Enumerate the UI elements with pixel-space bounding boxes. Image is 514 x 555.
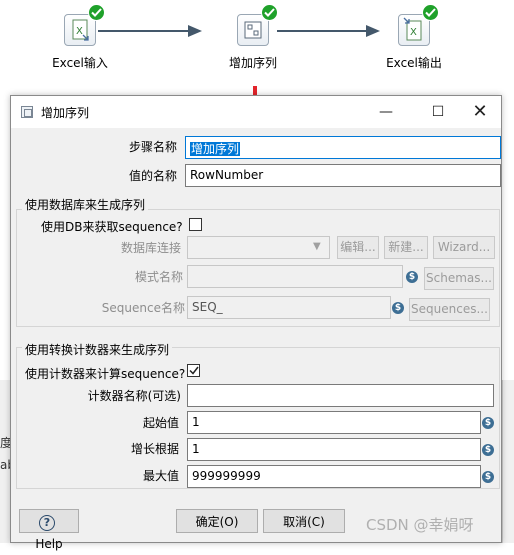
schemas-button[interactable]: Schemas... xyxy=(424,267,494,290)
start-value-label: 起始值 xyxy=(142,416,179,430)
step-label: 增加序列 xyxy=(228,56,277,70)
new-connection-button[interactable]: 新建... xyxy=(384,236,428,259)
svg-text:X: X xyxy=(76,26,83,37)
hop-line-1 xyxy=(98,30,194,32)
wizard-button[interactable]: Wizard... xyxy=(433,236,495,259)
step-name-input[interactable]: 增加序列 xyxy=(185,136,501,159)
variable-icon: $ xyxy=(482,444,494,456)
help-button[interactable]: ? Help xyxy=(19,509,79,551)
value-name-label: 值的名称 xyxy=(128,169,177,183)
sequences-button[interactable]: Sequences... xyxy=(409,298,490,321)
chevron-down-icon: ▼ xyxy=(313,241,321,252)
check-icon xyxy=(88,4,105,21)
connection-label: 数据库连接 xyxy=(120,241,181,255)
increment-input[interactable]: 1 xyxy=(187,438,481,461)
max-value-input[interactable]: 999999999 xyxy=(187,465,481,488)
add-sequence-dialog: 增加序列 — ☐ ✕ 步骤名称 增加序列 值的名称 RowNumber 使用数据… xyxy=(10,95,502,551)
value-name-input[interactable]: RowNumber xyxy=(185,164,501,187)
dialog-window-icon xyxy=(21,106,33,118)
step-name-value: 增加序列 xyxy=(190,142,241,156)
maximize-button[interactable]: ☐ xyxy=(415,96,461,128)
transformation-canvas[interactable]: X Excel输入 增加序列 X Excel输出 xyxy=(0,0,514,100)
watermark: CSDN @幸娟呀 xyxy=(366,516,474,534)
check-icon xyxy=(261,4,278,21)
background-panel-right xyxy=(502,380,514,543)
sequence-name-label: Sequence名称 xyxy=(101,301,185,315)
step-label: Excel输入 xyxy=(52,56,108,70)
use-counter-label: 使用计数器来计算sequence? xyxy=(25,367,186,381)
edit-connection-button[interactable]: 编辑... xyxy=(337,236,379,259)
use-counter-checkbox[interactable] xyxy=(187,364,200,377)
step-name-label: 步骤名称 xyxy=(128,140,177,154)
counter-name-label: 计数器名称(可选) xyxy=(87,389,181,403)
schema-input[interactable] xyxy=(187,265,403,288)
use-db-label: 使用DB来获取sequence? xyxy=(41,220,183,234)
variable-icon: $ xyxy=(392,302,404,314)
dialog-titlebar[interactable]: 增加序列 — ☐ ✕ xyxy=(11,96,501,128)
connection-select[interactable] xyxy=(187,236,330,259)
counter-group-title: 使用转换计数器来生成序列 xyxy=(22,341,173,358)
variable-icon: $ xyxy=(406,271,418,283)
check-icon xyxy=(422,4,439,21)
increment-label: 增长根据 xyxy=(130,442,179,456)
check-mark-icon xyxy=(189,366,199,375)
hop-line-2 xyxy=(277,30,371,32)
start-value-input[interactable]: 1 xyxy=(187,411,481,434)
cancel-button[interactable]: 取消(C) xyxy=(263,509,345,533)
hop-arrow-1 xyxy=(188,25,202,37)
counter-name-input[interactable] xyxy=(187,384,494,407)
max-value-label: 最大值 xyxy=(142,469,179,483)
variable-icon: $ xyxy=(482,471,494,483)
hop-arrow-2 xyxy=(366,25,380,37)
use-db-checkbox[interactable] xyxy=(189,218,202,231)
dialog-title: 增加序列 xyxy=(41,106,90,120)
ok-button[interactable]: 确定(O) xyxy=(176,509,258,533)
close-button[interactable]: ✕ xyxy=(457,96,503,128)
db-group-title: 使用数据库来生成序列 xyxy=(22,196,149,213)
sequence-name-input[interactable]: SEQ_ xyxy=(187,296,391,319)
schema-label: 模式名称 xyxy=(134,270,183,284)
help-button-label: Help xyxy=(35,537,63,551)
svg-text:X: X xyxy=(410,27,417,38)
variable-icon: $ xyxy=(482,417,494,429)
help-icon: ? xyxy=(39,514,55,531)
step-label: Excel输出 xyxy=(386,56,442,70)
minimize-button[interactable]: — xyxy=(363,96,409,128)
